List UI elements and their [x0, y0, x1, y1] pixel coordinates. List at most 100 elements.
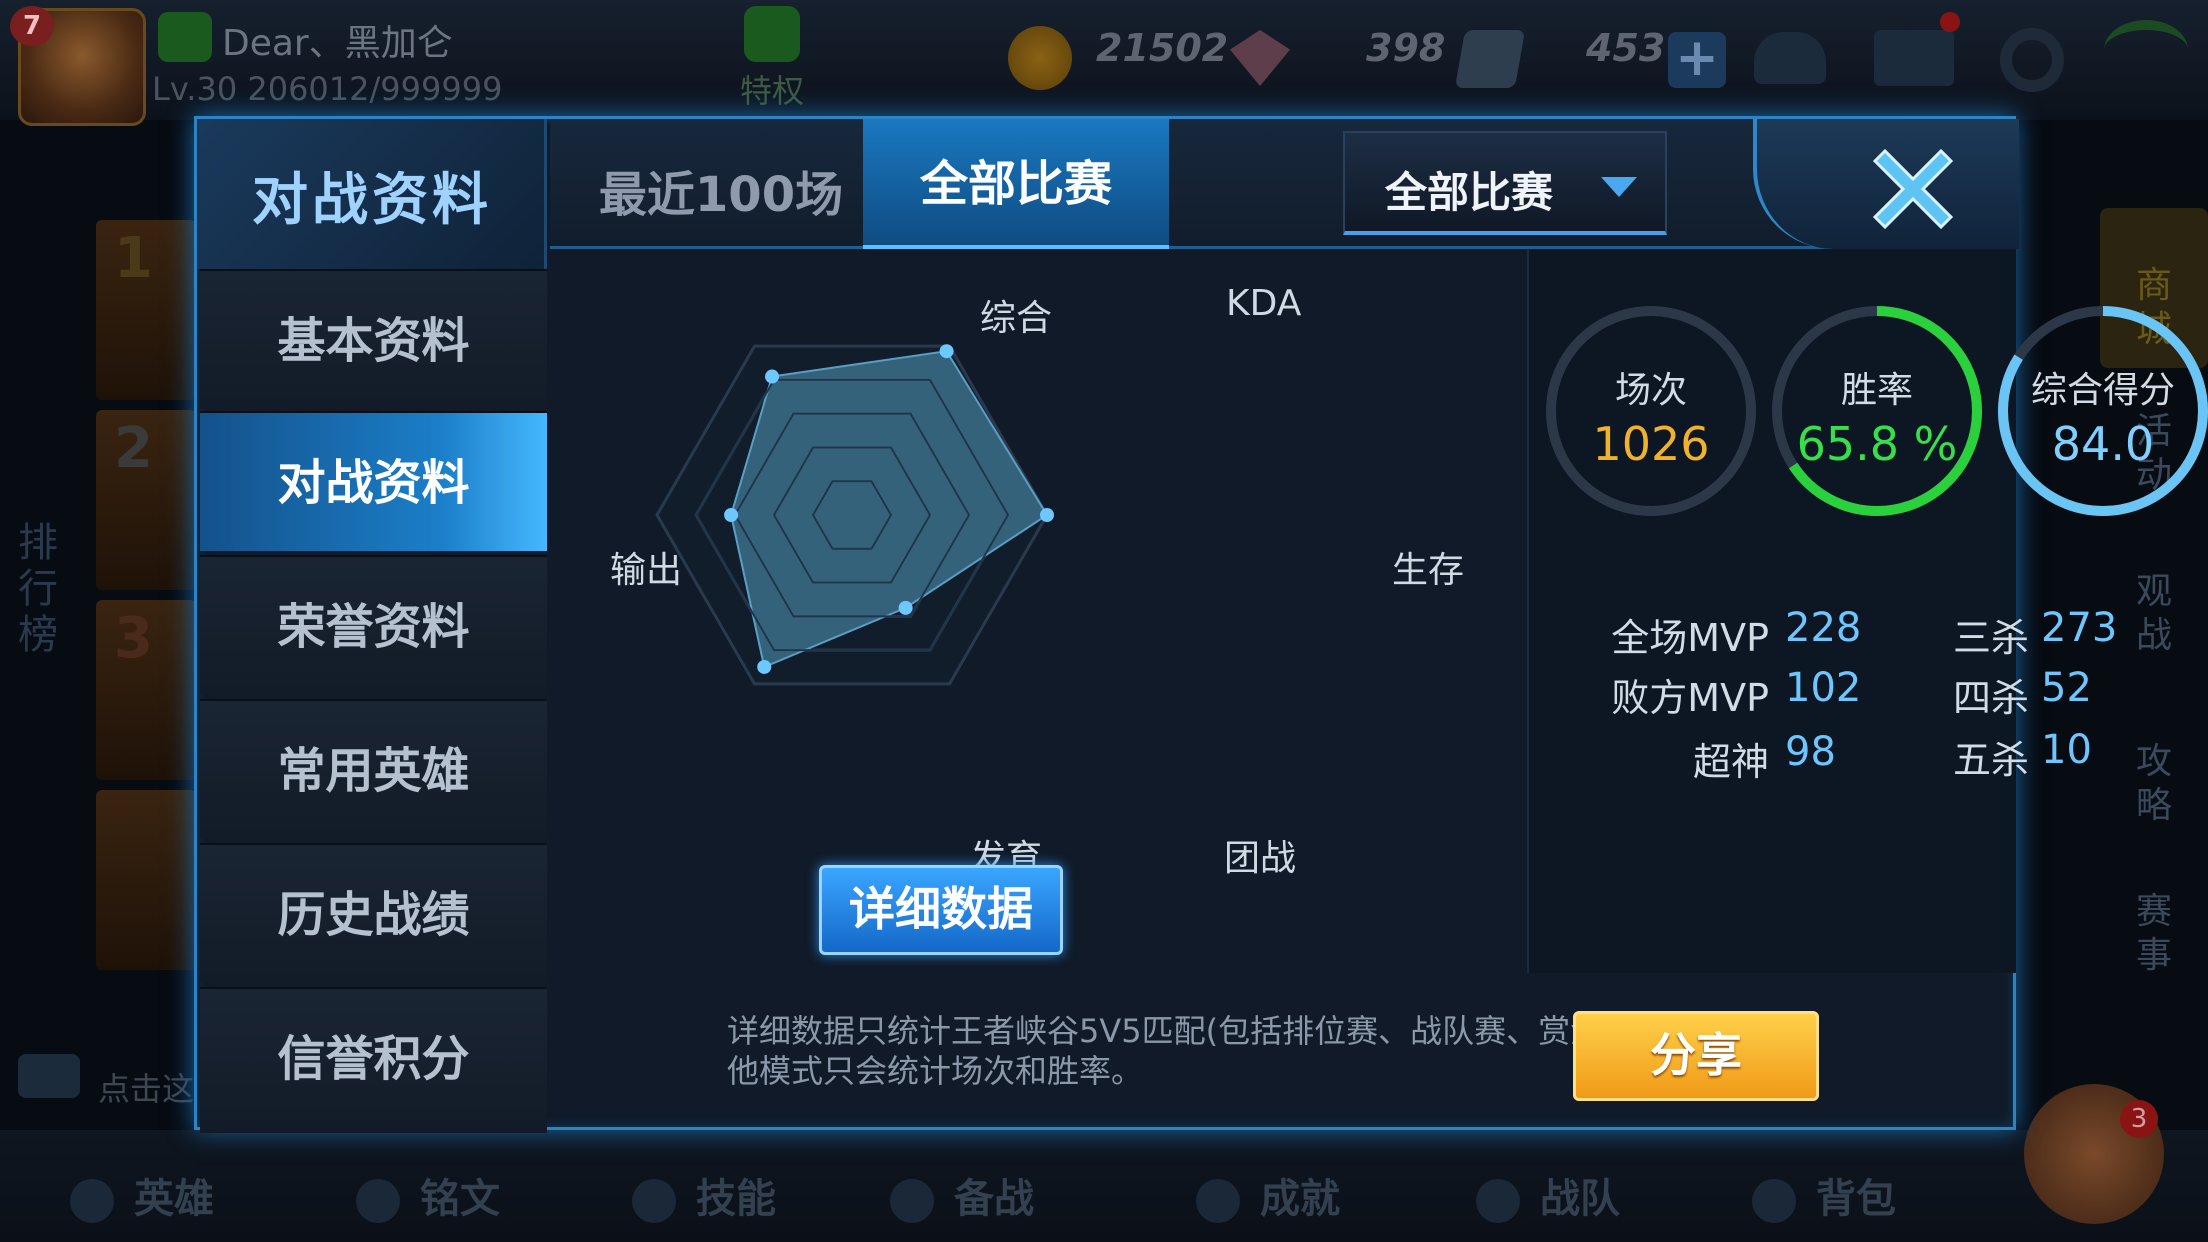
settings-icon[interactable] [2000, 28, 2064, 92]
wechat-icon [158, 12, 212, 62]
matches-label: 场次 [1614, 370, 1687, 411]
mail-notification-dot [1940, 12, 1960, 32]
nav-credit-score[interactable]: 信誉积分 [200, 987, 547, 1133]
radar-point [939, 344, 954, 359]
radar-point [757, 659, 772, 674]
player-level-value: Lv.30 [152, 70, 238, 108]
nav-backpack[interactable]: 背包 [1752, 1166, 1896, 1224]
share-button[interactable]: 分享 [1573, 1011, 1819, 1101]
penta-kill-label: 五杀 [1952, 738, 2029, 782]
quadra-kill-label: 四杀 [1952, 676, 2029, 720]
dropdown-selected-label: 全部比赛 [1385, 168, 1554, 217]
player-exp-value: 206012/999999 [247, 70, 503, 108]
voucher-count: 453 [1586, 26, 1666, 70]
triple-kill-label: 三杀 [1952, 616, 2029, 660]
mvp-value: 228 [1785, 605, 1862, 651]
battle-stats-modal: 对战资料 最近100场 全部比赛 全部比赛 基本资料 对战资料 荣誉资料 常用英… [194, 116, 2208, 1133]
nav-backpack-label: 背包 [1816, 1176, 1896, 1222]
leaderboard-title[interactable]: 排行榜 [18, 520, 68, 658]
stats-panel: 场次 1026 胜率 65.8 % 综合得分 84.0 全场MVP 228 败方… [1527, 249, 2208, 973]
nav-team[interactable]: 战队 [1476, 1166, 1620, 1224]
nav-favorite-heroes[interactable]: 常用英雄 [200, 699, 547, 839]
gold-coin-count: 21502 [1096, 26, 1229, 70]
nav-team-label: 战队 [1540, 1176, 1620, 1222]
shield-icon [890, 1179, 934, 1223]
matches-value: 1026 [1592, 417, 1710, 471]
tab-all-matches[interactable]: 全部比赛 [863, 119, 1169, 249]
legendary-value: 98 [1785, 729, 1836, 775]
team-icon [1476, 1179, 1520, 1223]
player-name: Dear、黑加仑 [222, 23, 453, 64]
losing-mvp-value: 102 [1785, 665, 1862, 711]
privilege-label: 特权 [740, 72, 805, 110]
rank-number: 3 [114, 606, 153, 671]
rank-number: 1 [114, 226, 153, 291]
mail-icon[interactable] [1874, 30, 1954, 86]
triple-kill-value: 273 [2041, 605, 2118, 651]
tournament-button[interactable]: 赛事 [2100, 890, 2208, 978]
tournament-label: 赛事 [2135, 891, 2172, 976]
nav-skills-label: 技能 [696, 1176, 776, 1222]
radar-point [724, 508, 739, 522]
radar-label-survival: 生存 [1392, 550, 1465, 591]
detail-data-button[interactable]: 详细数据 [819, 865, 1063, 955]
radar-label-kda: KDA [1226, 283, 1302, 324]
close-button[interactable] [1861, 137, 1965, 241]
nav-achievements-label: 成就 [1260, 1176, 1340, 1222]
nav-battle-stats[interactable]: 对战资料 [200, 411, 547, 551]
nav-heroes-label: 英雄 [134, 1176, 214, 1222]
rank-number: 2 [114, 416, 153, 481]
close-icon [1872, 148, 1954, 230]
radar-label-damage: 输出 [610, 550, 683, 591]
spectate-label: 观战 [2135, 571, 2172, 656]
achievement-icon [1196, 1179, 1240, 1223]
score-value: 84.0 [2051, 417, 2155, 471]
chevron-down-icon [1601, 177, 1637, 197]
radar-point [1040, 508, 1054, 522]
radar-point [898, 600, 913, 615]
wifi-icon [2104, 20, 2188, 80]
nav-honors[interactable]: 荣誉资料 [200, 555, 547, 695]
win-rate-label: 胜率 [1840, 370, 1913, 411]
mvp-label: 全场MVP [1611, 616, 1769, 660]
score-label: 综合得分 [2030, 370, 2175, 411]
backpack-icon [1752, 1179, 1796, 1223]
chat-icon[interactable] [18, 1054, 80, 1098]
quadra-kill-value: 52 [2041, 665, 2092, 711]
companion-badge: 3 [2120, 1100, 2158, 1138]
nav-prepare[interactable]: 备战 [890, 1166, 1034, 1224]
bottom-nav-bar: 英雄 铭文 技能 备战 成就 战队 背包 [0, 1130, 2208, 1242]
modal-title: 对战资料 [252, 168, 492, 233]
tab-recent-100[interactable]: 最近100场 [581, 155, 861, 225]
nav-runes[interactable]: 铭文 [356, 1166, 500, 1224]
nav-match-history[interactable]: 历史战绩 [200, 843, 547, 983]
win-rate-value: 65.8 % [1796, 417, 1958, 471]
losing-mvp-label: 败方MVP [1611, 676, 1769, 720]
gold-coin-icon [1008, 26, 1072, 90]
nav-skills[interactable]: 技能 [632, 1166, 776, 1224]
nav-achievements[interactable]: 成就 [1196, 1166, 1340, 1224]
legendary-label: 超神 [1692, 740, 1769, 784]
penta-kill-value: 10 [2041, 727, 2092, 773]
guide-button[interactable]: 攻略 [2100, 740, 2208, 828]
match-type-dropdown[interactable]: 全部比赛 [1343, 131, 1667, 235]
nav-basic-info[interactable]: 基本资料 [200, 269, 547, 409]
wechat-privilege-icon[interactable] [744, 6, 800, 62]
radar-label-teamfight: 团战 [1224, 838, 1297, 879]
nav-heroes[interactable]: 英雄 [70, 1166, 214, 1224]
radar-panel: 综合 KDA 生存 团战 发育 输出 [550, 249, 1520, 1109]
skill-icon [632, 1179, 676, 1223]
rank-thumbnail[interactable] [96, 790, 196, 970]
guide-label: 攻略 [2135, 741, 2172, 826]
friends-icon[interactable] [1754, 32, 1826, 84]
hero-icon [70, 1179, 114, 1223]
chat-hint[interactable]: 点击这 [98, 1064, 194, 1110]
avatar-level-badge: 7 [10, 6, 54, 46]
diamond-count: 398 [1366, 26, 1446, 70]
rune-icon [356, 1179, 400, 1223]
radar-label-overall: 综合 [980, 298, 1053, 339]
radar-point [765, 369, 780, 384]
voucher-icon [1454, 30, 1526, 88]
add-currency-button[interactable]: + [1668, 32, 1726, 88]
nav-runes-label: 铭文 [420, 1176, 500, 1222]
